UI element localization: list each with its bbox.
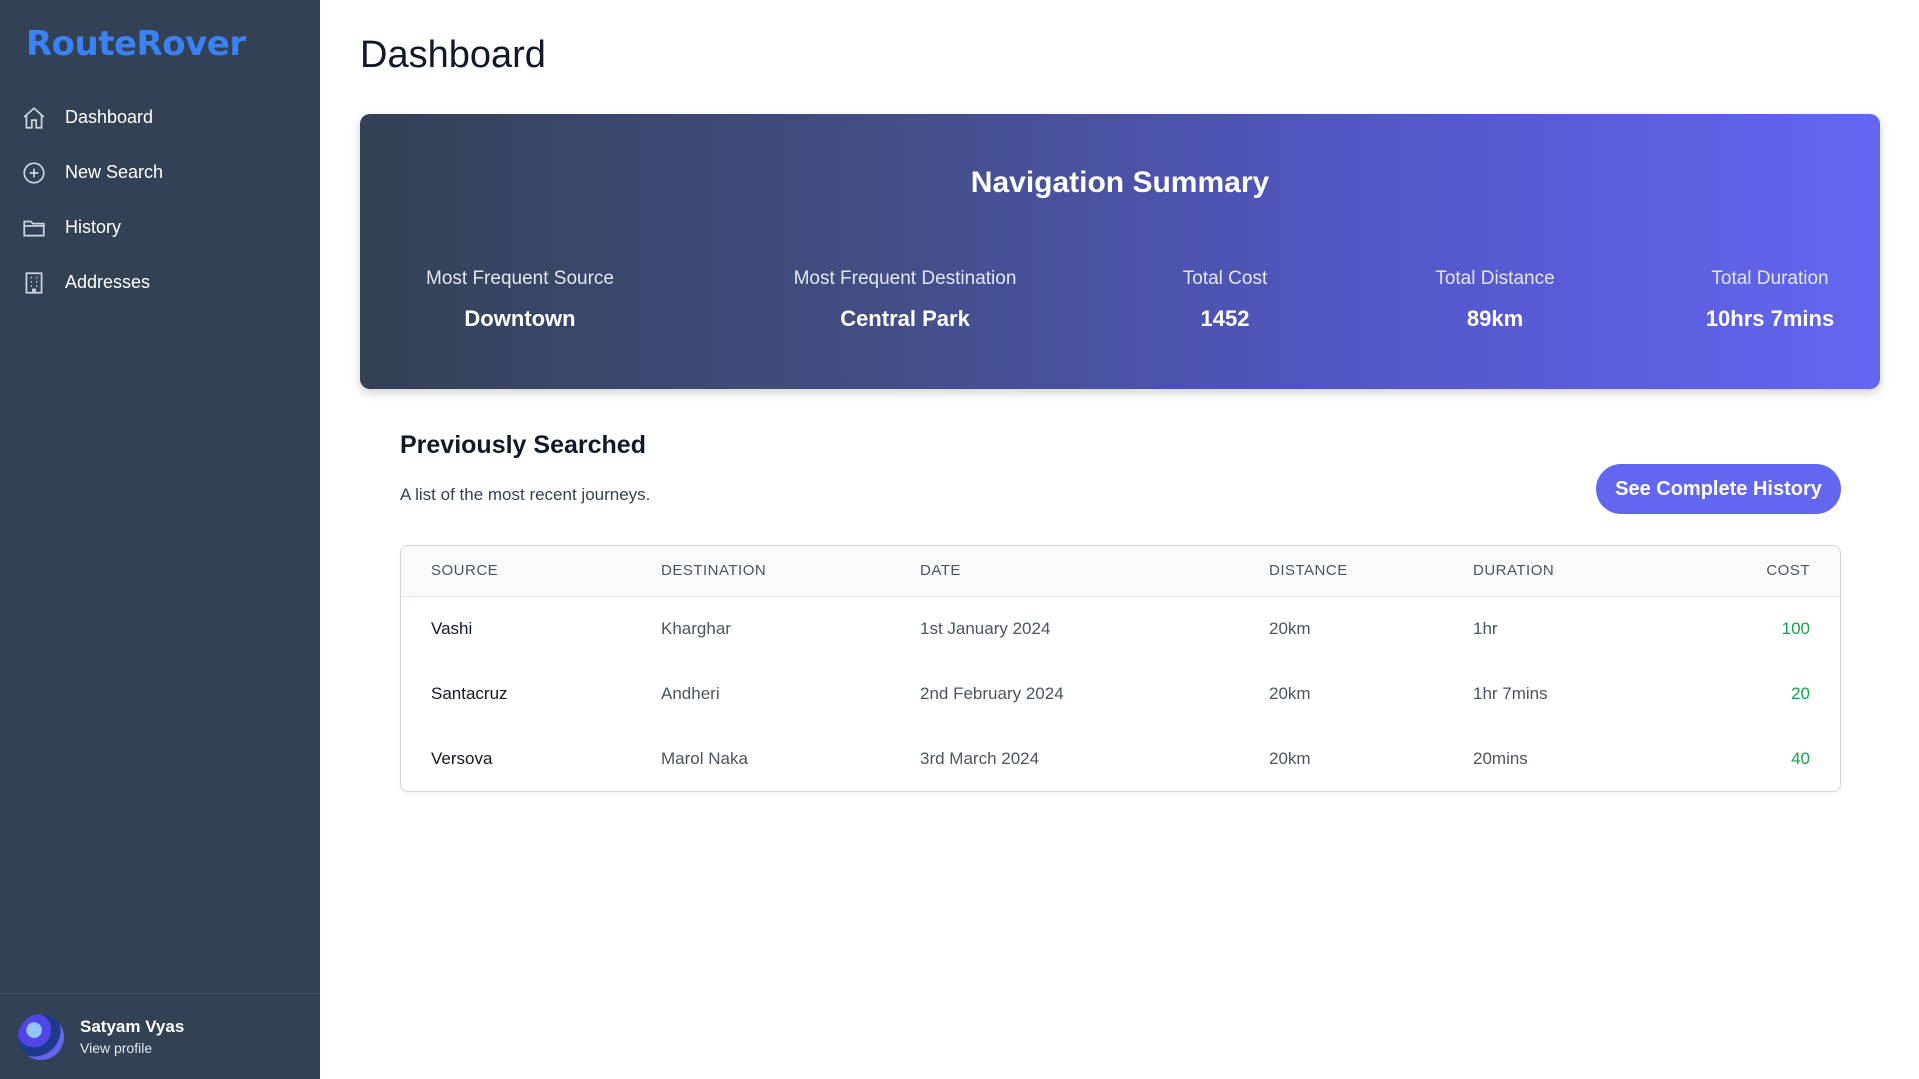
- cell-duration: 20mins: [1473, 748, 1528, 768]
- cell-destination: Kharghar: [661, 618, 731, 638]
- stat-total-cost: Total Cost 1452: [1160, 268, 1290, 332]
- cell-source: Vashi: [431, 618, 473, 638]
- navigation-summary-card: Navigation Summary Most Frequent Source …: [360, 114, 1880, 389]
- sidebar-nav: Dashboard New Search History Addresses: [0, 90, 320, 310]
- column-header-cost: COST: [1766, 562, 1810, 580]
- page-title: Dashboard: [360, 34, 546, 76]
- cell-destination: Marol Naka: [661, 748, 748, 768]
- sidebar-item-history[interactable]: History: [20, 200, 320, 255]
- stat-label: Total Cost: [1182, 268, 1268, 289]
- brand-logo[interactable]: RouteRover: [0, 0, 320, 90]
- cell-duration: 1hr 7mins: [1473, 683, 1548, 703]
- home-icon: [20, 104, 48, 132]
- sidebar-item-dashboard[interactable]: Dashboard: [20, 90, 320, 145]
- cell-cost: 100: [1781, 618, 1810, 638]
- cell-destination: Andheri: [661, 683, 720, 703]
- cell-date: 1st January 2024: [920, 618, 1051, 638]
- cell-duration: 1hr: [1473, 618, 1498, 638]
- stat-total-duration: Total Duration 10hrs 7mins: [1690, 268, 1850, 332]
- summary-title: Navigation Summary: [970, 166, 1270, 199]
- avatar: [18, 1013, 64, 1060]
- stat-value: 89km: [1466, 306, 1524, 331]
- cell-cost: 40: [1791, 748, 1810, 768]
- cell-source: Versova: [431, 748, 493, 768]
- column-header-date: DATE: [920, 562, 961, 580]
- sidebar-item-label: Addresses: [65, 272, 151, 292]
- user-profile[interactable]: Satyam Vyas View profile: [0, 993, 320, 1079]
- sidebar: RouteRover Dashboard New Search History: [0, 0, 320, 1079]
- table-row[interactable]: Vashi Kharghar 1st January 2024 20km 1hr…: [401, 596, 1840, 661]
- stat-value: 1452: [1200, 306, 1250, 331]
- section-title: Previously Searched: [400, 431, 646, 459]
- plus-circle-icon: [20, 159, 48, 187]
- stat-value: Central Park: [840, 306, 970, 331]
- stat-value: Downtown: [464, 306, 576, 331]
- main-content: Dashboard Navigation Summary Most Freque…: [320, 0, 1919, 1079]
- column-header-source: SOURCE: [431, 562, 499, 580]
- stat-label: Most Frequent Source: [426, 268, 614, 289]
- table-row[interactable]: Versova Marol Naka 3rd March 2024 20km 2…: [401, 726, 1840, 791]
- column-header-distance: DISTANCE: [1269, 562, 1348, 580]
- stat-label: Most Frequent Destination: [793, 268, 1017, 289]
- stat-label: Total Duration: [1711, 268, 1829, 289]
- column-header-duration: DURATION: [1473, 562, 1555, 580]
- stat-label: Total Distance: [1435, 268, 1555, 289]
- cell-distance: 20km: [1269, 618, 1311, 638]
- table-header-row: SOURCE DESTINATION DATE DISTANCE DURATIO…: [401, 546, 1840, 596]
- stat-most-frequent-source: Most Frequent Source Downtown: [420, 268, 620, 332]
- sidebar-item-addresses[interactable]: Addresses: [20, 255, 320, 310]
- folder-icon: [20, 214, 48, 242]
- section-subtitle: A list of the most recent journeys.: [400, 485, 651, 504]
- sidebar-item-label: History: [65, 217, 122, 237]
- column-header-destination: DESTINATION: [661, 562, 767, 580]
- cell-cost: 20: [1791, 683, 1810, 703]
- view-profile-link[interactable]: View profile: [80, 1040, 184, 1056]
- stat-total-distance: Total Distance 89km: [1410, 268, 1580, 332]
- table-row[interactable]: Santacruz Andheri 2nd February 2024 20km…: [401, 661, 1840, 726]
- cell-distance: 20km: [1269, 683, 1311, 703]
- stat-value: 10hrs 7mins: [1705, 306, 1835, 331]
- see-complete-history-button[interactable]: See Complete History: [1596, 464, 1841, 514]
- cell-date: 3rd March 2024: [920, 748, 1040, 768]
- sidebar-item-label: New Search: [65, 162, 164, 182]
- cell-source: Santacruz: [431, 683, 508, 703]
- cell-distance: 20km: [1269, 748, 1311, 768]
- cell-date: 2nd February 2024: [920, 683, 1064, 703]
- sidebar-item-label: Dashboard: [65, 107, 154, 127]
- building-icon: [20, 269, 48, 297]
- journeys-table: SOURCE DESTINATION DATE DISTANCE DURATIO…: [400, 545, 1841, 792]
- user-name: Satyam Vyas: [80, 1017, 185, 1036]
- stat-most-frequent-destination: Most Frequent Destination Central Park: [770, 268, 1040, 332]
- sidebar-item-new-search[interactable]: New Search: [20, 145, 320, 200]
